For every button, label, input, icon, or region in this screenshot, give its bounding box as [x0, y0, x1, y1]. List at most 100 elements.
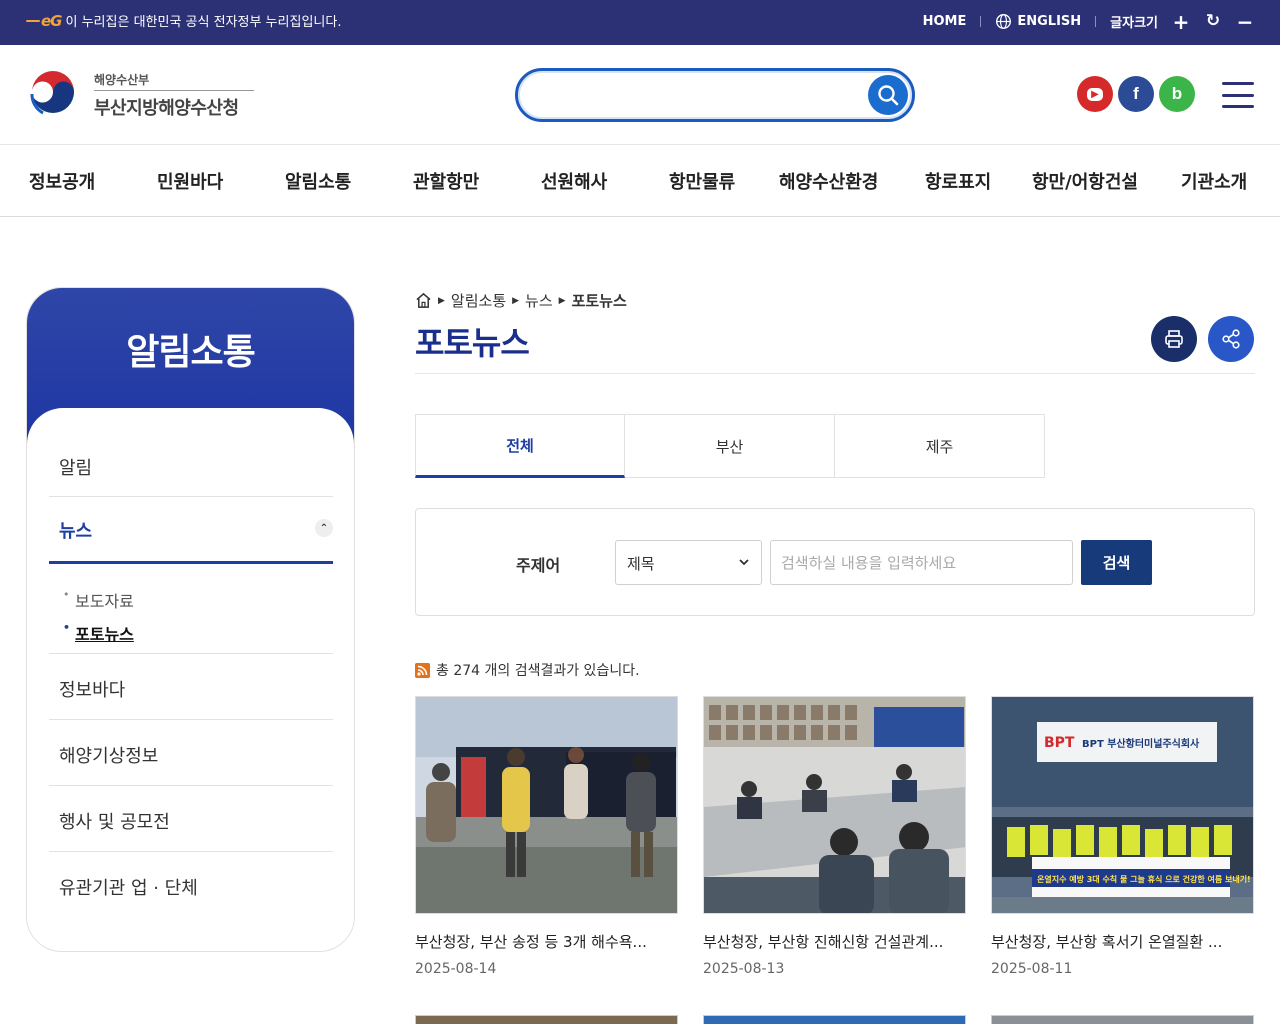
- home-icon[interactable]: [415, 292, 432, 309]
- beach-inspection-photo: [416, 697, 677, 913]
- sidebar-item-label: 뉴스: [59, 521, 93, 542]
- result-count-text: 총 274 개의 검색결과가 있습니다.: [436, 663, 640, 679]
- nav-item-about[interactable]: 기관소개: [1181, 168, 1247, 194]
- photo-thumbnail[interactable]: BPT BPT 부산항터미널주식회사 온열지수 예방 3대 수칙 물 그늘 휴식…: [991, 696, 1254, 914]
- share-button[interactable]: [1208, 316, 1254, 362]
- divider: [1095, 16, 1097, 27]
- main-nav: 정보공개 민원바다 알림소통 관할항만 선원해사 항만물류 해양수산환경 항로표…: [0, 146, 1280, 217]
- site-header: 해양수산부 부산지방해양수산청 ▶ f b: [0, 45, 1280, 145]
- menu-icon[interactable]: [1222, 82, 1254, 108]
- nav-item-environment[interactable]: 해양수산환경: [779, 168, 878, 194]
- youtube-icon[interactable]: ▶: [1077, 76, 1113, 112]
- breadcrumb-item[interactable]: 뉴스: [525, 290, 553, 311]
- search-field-select[interactable]: 제목: [615, 540, 762, 585]
- photo-card[interactable]: BPT BPT 부산항터미널주식회사 온열지수 예방 3대 수칙 물 그늘 휴식…: [991, 696, 1254, 977]
- sidebar: 알림소통 알림 뉴스 ⌃ 정보바다 해양기상정보 행사 및 공모전 유관기관 업…: [26, 287, 355, 952]
- breadcrumb-current: 포토뉴스: [571, 292, 627, 310]
- egov-logo: eG: [26, 12, 62, 30]
- sidebar-item-notice[interactable]: 알림: [49, 430, 333, 497]
- sidebar-item-news[interactable]: 뉴스 ⌃: [49, 497, 333, 564]
- facebook-icon[interactable]: f: [1118, 76, 1154, 112]
- nav-item-civil[interactable]: 민원바다: [157, 168, 223, 194]
- submenu-item-photonews[interactable]: 포토뉴스: [63, 621, 134, 645]
- nav-item-news[interactable]: 알림소통: [285, 168, 351, 194]
- search-button[interactable]: 검색: [1081, 540, 1152, 585]
- chevron-down-icon: [739, 559, 749, 566]
- photo-card[interactable]: 부산청장, 부산 송정 등 3개 해수욕... 2025-08-14: [415, 696, 678, 977]
- site-logo[interactable]: 해양수산부 부산지방해양수산청: [26, 68, 254, 122]
- font-increase-button[interactable]: +: [1172, 12, 1190, 32]
- nav-item-ports[interactable]: 관할항만: [413, 168, 479, 194]
- gov-notice-text: 이 누리집은 대한민국 공식 전자정부 누리집입니다.: [65, 15, 342, 30]
- english-link[interactable]: ENGLISH: [995, 13, 1081, 30]
- font-decrease-button[interactable]: −: [1236, 12, 1254, 32]
- sidebar-item-weather[interactable]: 해양기상정보: [49, 720, 333, 786]
- select-value: 제목: [627, 555, 655, 573]
- global-search: [515, 68, 915, 122]
- photo-thumbnail[interactable]: [703, 1015, 966, 1024]
- search-label: 주제어: [516, 556, 561, 575]
- breadcrumb-item[interactable]: 알림소통: [451, 290, 506, 311]
- photo-thumbnail[interactable]: [415, 696, 678, 914]
- photo-thumbnail[interactable]: [991, 1015, 1254, 1024]
- card-date: 2025-08-13: [703, 961, 785, 977]
- global-search-input[interactable]: [538, 81, 858, 109]
- sidebar-item-label: 유관기관 업 · 단체: [59, 878, 198, 899]
- sidebar-item-organizations[interactable]: 유관기관 업 · 단체: [49, 852, 333, 918]
- sidebar-item-label: 행사 및 공모전: [59, 812, 170, 833]
- chevron-up-icon[interactable]: ⌃: [315, 519, 333, 537]
- sign-text: BPT 부산항터미널주식회사: [1082, 737, 1200, 750]
- search-icon: [878, 85, 899, 106]
- sns-links: ▶ f b: [1077, 76, 1195, 112]
- tab-jeju[interactable]: 제주: [835, 414, 1045, 478]
- card-title[interactable]: 부산청장, 부산 송정 등 3개 해수욕...: [415, 931, 678, 952]
- gov-notice: eG 이 누리집은 대한민국 공식 전자정부 누리집입니다.: [26, 11, 341, 30]
- nav-item-info[interactable]: 정보공개: [29, 168, 95, 194]
- sidebar-item-events[interactable]: 행사 및 공모전: [49, 786, 333, 852]
- sidebar-item-label: 해양기상정보: [59, 746, 159, 767]
- taegeuk-emblem-icon: [27, 69, 79, 121]
- photo-thumbnail[interactable]: [703, 696, 966, 914]
- breadcrumb-arrow-icon: ▶: [438, 295, 445, 306]
- breadcrumb-arrow-icon: ▶: [512, 295, 520, 306]
- sidebar-item-label: 알림: [59, 458, 93, 479]
- nav-item-seafarer[interactable]: 선원해사: [541, 168, 607, 194]
- gov-banner: eG 이 누리집은 대한민국 공식 전자정부 누리집입니다. HOME ENGL…: [0, 0, 1280, 45]
- card-date: 2025-08-11: [991, 961, 1073, 977]
- print-button[interactable]: [1151, 316, 1197, 362]
- nav-item-aids[interactable]: 항로표지: [925, 168, 991, 194]
- search-keyword-input[interactable]: [770, 540, 1073, 585]
- svg-text:BPT: BPT: [1044, 735, 1075, 751]
- nav-item-construction[interactable]: 항만/어항건설: [1032, 168, 1138, 194]
- tab-all[interactable]: 전체: [415, 414, 625, 478]
- nav-item-logistics[interactable]: 항만물류: [669, 168, 735, 194]
- sidebar-item-infosea[interactable]: 정보바다: [49, 654, 333, 720]
- font-reset-button[interactable]: ↻: [1204, 13, 1222, 31]
- divider: [980, 16, 982, 27]
- share-icon: [1222, 329, 1240, 349]
- board-search: 주제어 제목 검색: [415, 508, 1255, 616]
- english-label: ENGLISH: [1017, 14, 1082, 29]
- font-size-label: 글자크기: [1110, 16, 1158, 31]
- region-tabs: 전체 부산 제주: [415, 414, 1045, 478]
- card-title[interactable]: 부산청장, 부산항 진해신항 건설관계...: [703, 931, 966, 952]
- result-count: 총 274 개의 검색결과가 있습니다.: [415, 660, 640, 680]
- news-submenu: 보도자료 포토뉴스: [63, 588, 134, 654]
- office-name: 부산지방해양수산청: [94, 97, 239, 119]
- home-link[interactable]: HOME: [923, 14, 967, 29]
- page-title: 포토뉴스: [415, 324, 530, 362]
- banner-text: 온열지수 예방 3대 수칙 물 그늘 휴식 으로 건강한 여름 보내기!: [1037, 874, 1251, 884]
- breadcrumb-arrow-icon: ▶: [558, 295, 566, 306]
- card-title[interactable]: 부산청장, 부산항 혹서기 온열질환 ...: [991, 931, 1254, 952]
- rss-icon[interactable]: [415, 662, 430, 678]
- photo-thumbnail[interactable]: [415, 1015, 678, 1024]
- globe-icon: [996, 14, 1012, 29]
- photo-card[interactable]: 부산청장, 부산항 진해신항 건설관계... 2025-08-13: [703, 696, 966, 977]
- terminal-group-photo: BPT BPT 부산항터미널주식회사 온열지수 예방 3대 수칙 물 그늘 휴식…: [992, 697, 1253, 913]
- submenu-item-press[interactable]: 보도자료: [63, 588, 134, 612]
- tab-busan[interactable]: 부산: [625, 414, 835, 478]
- print-icon: [1165, 330, 1183, 348]
- global-search-button[interactable]: [868, 75, 908, 115]
- sidebar-item-label: 정보바다: [59, 680, 126, 701]
- blog-icon[interactable]: b: [1159, 76, 1195, 112]
